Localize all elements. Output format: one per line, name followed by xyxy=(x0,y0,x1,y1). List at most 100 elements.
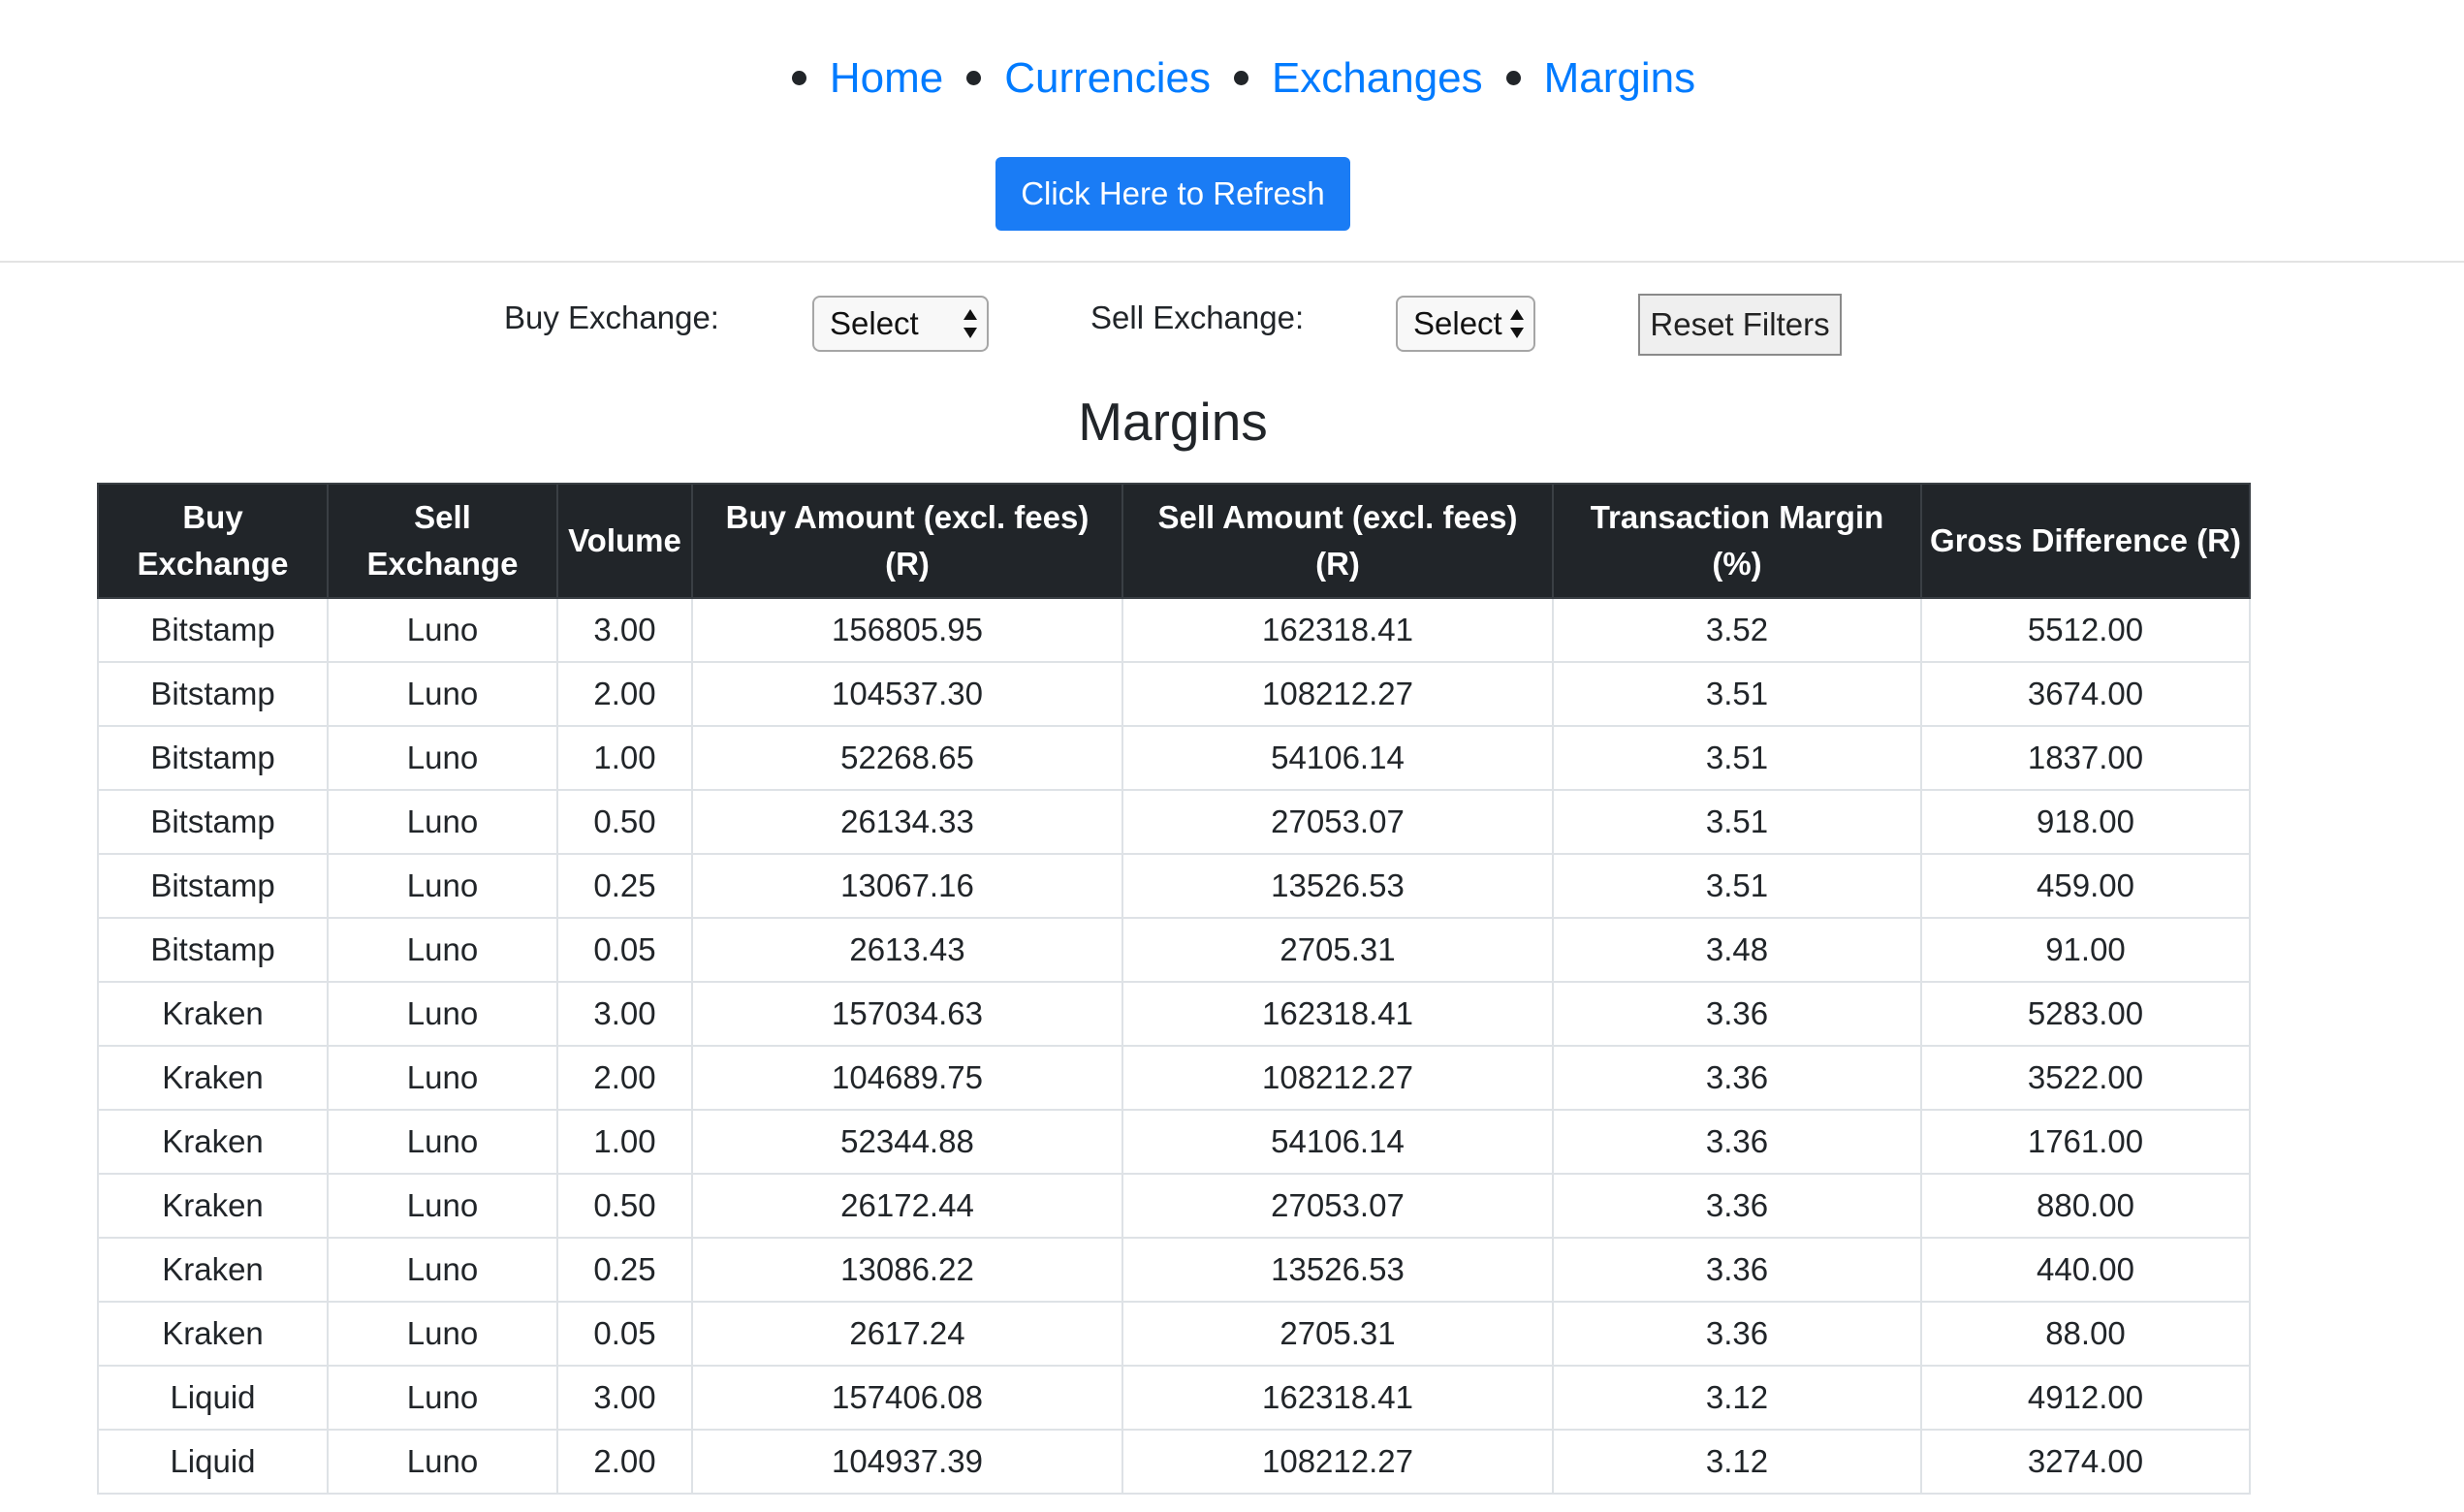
buy-exchange-cell: Bitstamp xyxy=(97,789,329,855)
sell-exchange-label: Sell Exchange: xyxy=(1090,299,1305,335)
column-header-buy-amount: Buy Amount (excl. fees) (R) xyxy=(691,483,1123,599)
refresh-container: Click Here to Refresh xyxy=(0,157,2346,231)
gross-difference-cell: 459.00 xyxy=(1920,853,2251,919)
buy-exchange-cell: Liquid xyxy=(97,1365,329,1431)
buy-exchange-cell: Bitstamp xyxy=(97,597,329,663)
transaction-margin-cell: 3.52 xyxy=(1552,597,1922,663)
gross-difference-cell: 1761.00 xyxy=(1920,1109,2251,1175)
buy-amount-cell: 26134.33 xyxy=(691,789,1123,855)
buy-amount-cell: 104689.75 xyxy=(691,1045,1123,1111)
bullet-icon xyxy=(1233,70,1248,85)
buy-exchange-select-value: Select xyxy=(830,305,919,341)
transaction-margin-cell: 3.36 xyxy=(1552,1237,1922,1303)
buy-exchange-cell: Kraken xyxy=(97,981,329,1047)
sell-amount-cell: 54106.14 xyxy=(1121,1109,1554,1175)
table-row: Kraken Luno 2.00 104689.75 108212.27 3.36 3522… xyxy=(97,1045,2251,1111)
volume-cell: 0.25 xyxy=(556,1237,693,1303)
table-row: Bitstamp Luno 0.25 13067.16 13526.53 3.51 459.… xyxy=(97,853,2251,919)
table-row: Kraken Luno 0.25 13086.22 13526.53 3.36 440.00 xyxy=(97,1237,2251,1303)
sell-amount-cell: 162318.41 xyxy=(1121,597,1554,663)
buy-exchange-cell: Bitstamp xyxy=(97,853,329,919)
nav-link-exchanges[interactable]: Exchanges xyxy=(1272,54,1483,102)
nav-item-margins: Margins xyxy=(1483,47,1696,110)
gross-difference-cell: 4912.00 xyxy=(1920,1365,2251,1431)
buy-exchange-cell: Liquid xyxy=(97,1429,329,1495)
buy-exchange-select[interactable]: Select xyxy=(812,296,989,352)
sell-amount-cell: 108212.27 xyxy=(1121,1429,1554,1495)
sell-exchange-cell: Luno xyxy=(327,1365,558,1431)
sell-amount-cell: 13526.53 xyxy=(1121,1237,1554,1303)
gross-difference-cell: 918.00 xyxy=(1920,789,2251,855)
top-nav: Home Currencies Exchanges Margins xyxy=(0,47,2464,110)
volume-cell: 2.00 xyxy=(556,661,693,727)
sell-exchange-cell: Luno xyxy=(327,917,558,983)
transaction-margin-cell: 3.51 xyxy=(1552,725,1922,791)
sell-amount-cell: 108212.27 xyxy=(1121,661,1554,727)
sell-amount-cell: 162318.41 xyxy=(1121,1365,1554,1431)
volume-cell: 2.00 xyxy=(556,1429,693,1495)
refresh-button[interactable]: Click Here to Refresh xyxy=(995,157,1350,231)
buy-exchange-cell: Kraken xyxy=(97,1109,329,1175)
volume-cell: 2.00 xyxy=(556,1045,693,1111)
table-row: Kraken Luno 1.00 52344.88 54106.14 3.36 1761.0… xyxy=(97,1109,2251,1175)
gross-difference-cell: 3522.00 xyxy=(1920,1045,2251,1111)
buy-exchange-cell: Bitstamp xyxy=(97,917,329,983)
transaction-margin-cell: 3.36 xyxy=(1552,1173,1922,1239)
table-row: Kraken Luno 0.50 26172.44 27053.07 3.36 880.00 xyxy=(97,1173,2251,1239)
volume-cell: 0.05 xyxy=(556,917,693,983)
sell-exchange-cell: Luno xyxy=(327,725,558,791)
table-row: Liquid Luno 2.00 104937.39 108212.27 3.12 3274… xyxy=(97,1429,2251,1495)
volume-cell: 3.00 xyxy=(556,1365,693,1431)
transaction-margin-cell: 3.51 xyxy=(1552,853,1922,919)
transaction-margin-cell: 3.51 xyxy=(1552,789,1922,855)
sell-exchange-cell: Luno xyxy=(327,1045,558,1111)
select-arrows-icon xyxy=(963,309,977,338)
buy-amount-cell: 157034.63 xyxy=(691,981,1123,1047)
gross-difference-cell: 440.00 xyxy=(1920,1237,2251,1303)
column-header-sell-exchange: Sell Exchange xyxy=(327,483,558,599)
volume-cell: 1.00 xyxy=(556,1109,693,1175)
buy-amount-cell: 156805.95 xyxy=(691,597,1123,663)
nav-item-exchanges: Exchanges xyxy=(1211,47,1483,110)
sell-exchange-select[interactable]: Select xyxy=(1396,296,1535,352)
sell-exchange-cell: Luno xyxy=(327,1173,558,1239)
transaction-margin-cell: 3.36 xyxy=(1552,981,1922,1047)
bullet-icon xyxy=(966,70,982,85)
buy-exchange-cell: Bitstamp xyxy=(97,725,329,791)
column-header-volume: Volume xyxy=(556,483,693,599)
transaction-margin-cell: 3.36 xyxy=(1552,1045,1922,1111)
volume-cell: 0.50 xyxy=(556,1173,693,1239)
nav-link-home[interactable]: Home xyxy=(830,54,943,102)
table-row: Bitstamp Luno 3.00 156805.95 162318.41 3.52 55… xyxy=(97,597,2251,663)
table-header-row: Buy Exchange Sell Exchange Volume Buy Am… xyxy=(97,483,2251,599)
sell-exchange-cell: Luno xyxy=(327,853,558,919)
sell-exchange-cell: Luno xyxy=(327,661,558,727)
margins-table: Buy Exchange Sell Exchange Volume Buy Am… xyxy=(97,483,2251,1495)
transaction-margin-cell: 3.51 xyxy=(1552,661,1922,727)
nav-link-margins[interactable]: Margins xyxy=(1544,54,1696,102)
reset-filters-button[interactable]: Reset Filters xyxy=(1638,294,1842,356)
sell-exchange-cell: Luno xyxy=(327,1237,558,1303)
buy-exchange-cell: Kraken xyxy=(97,1301,329,1367)
volume-cell: 1.00 xyxy=(556,725,693,791)
gross-difference-cell: 5283.00 xyxy=(1920,981,2251,1047)
nav-item-currencies: Currencies xyxy=(943,47,1211,110)
sell-amount-cell: 162318.41 xyxy=(1121,981,1554,1047)
buy-amount-cell: 104537.30 xyxy=(691,661,1123,727)
sell-exchange-cell: Luno xyxy=(327,597,558,663)
sell-exchange-cell: Luno xyxy=(327,1429,558,1495)
buy-amount-cell: 157406.08 xyxy=(691,1365,1123,1431)
transaction-margin-cell: 3.12 xyxy=(1552,1429,1922,1495)
table-row: Bitstamp Luno 1.00 52268.65 54106.14 3.51 1837… xyxy=(97,725,2251,791)
column-header-gross-difference: Gross Difference (R) xyxy=(1920,483,2251,599)
buy-exchange-cell: Kraken xyxy=(97,1045,329,1111)
sell-amount-cell: 108212.27 xyxy=(1121,1045,1554,1111)
volume-cell: 0.25 xyxy=(556,853,693,919)
sell-amount-cell: 2705.31 xyxy=(1121,1301,1554,1367)
buy-amount-cell: 26172.44 xyxy=(691,1173,1123,1239)
nav-link-currencies[interactable]: Currencies xyxy=(1004,54,1211,102)
column-header-sell-amount: Sell Amount (excl. fees) (R) xyxy=(1121,483,1554,599)
table-row: Kraken Luno 3.00 157034.63 162318.41 3.36 5283… xyxy=(97,981,2251,1047)
column-header-transaction-margin: Transaction Margin (%) xyxy=(1552,483,1922,599)
sell-amount-cell: 13526.53 xyxy=(1121,853,1554,919)
